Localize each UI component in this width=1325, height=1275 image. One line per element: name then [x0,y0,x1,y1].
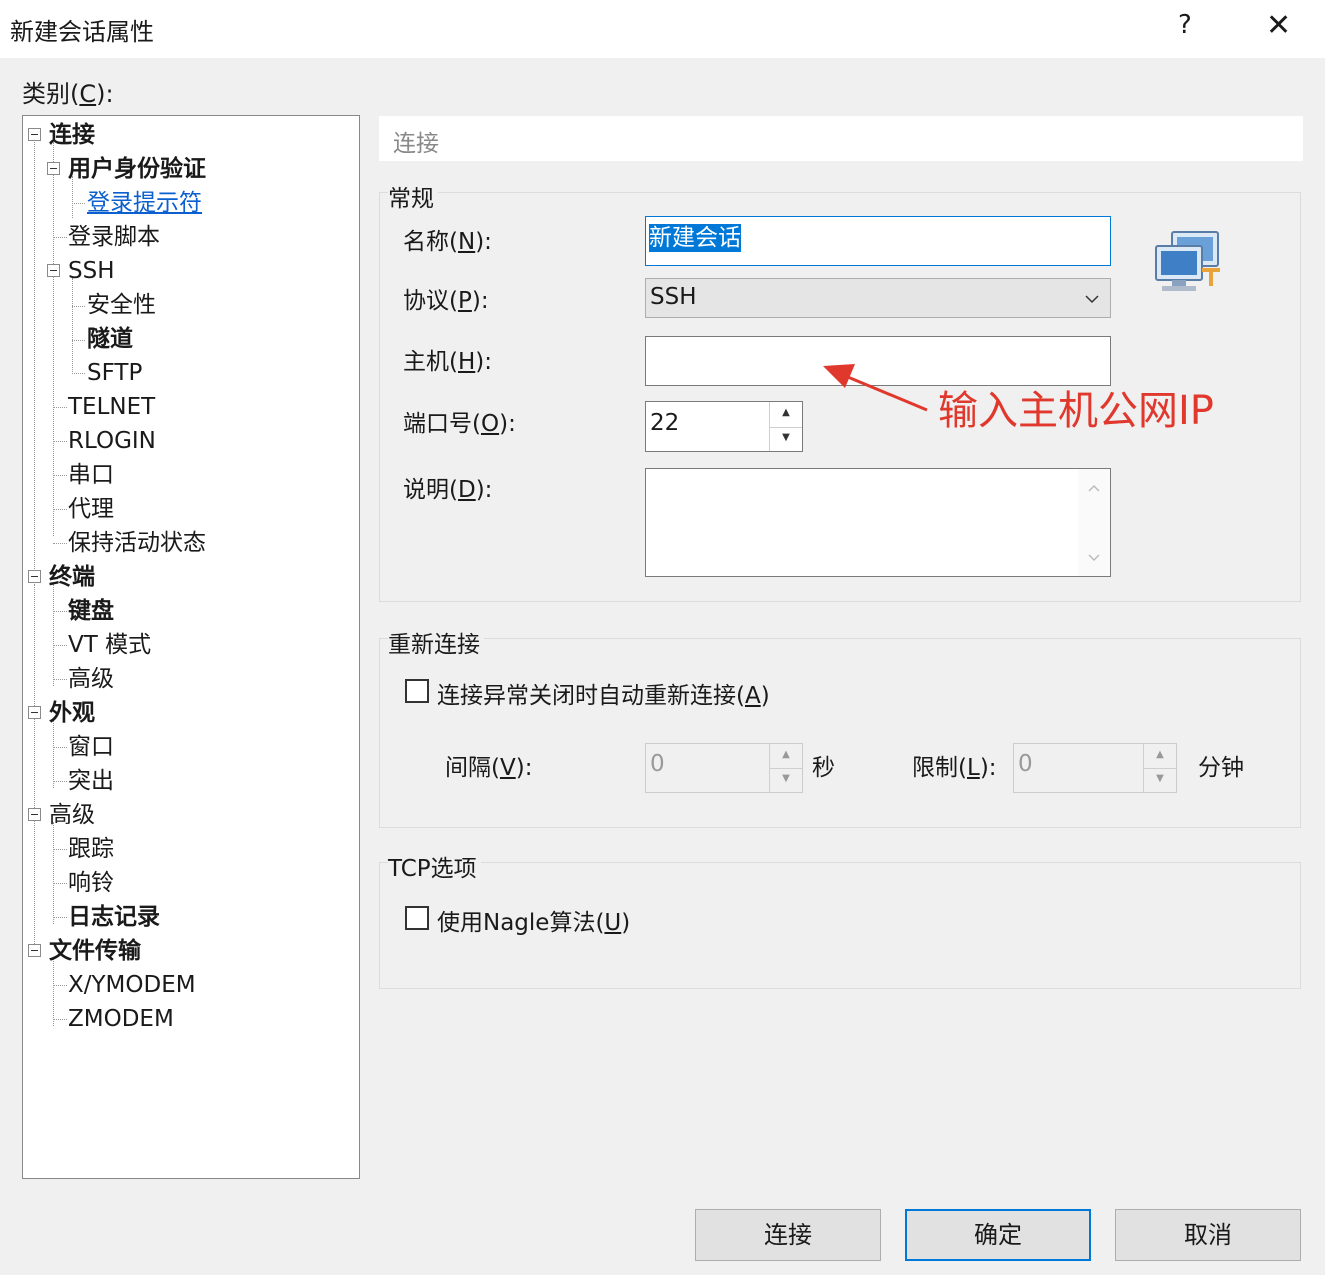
scroll-down-icon[interactable] [1087,553,1101,563]
description-scrollbar[interactable] [1078,469,1110,576]
tree-item-user-auth[interactable]: 用户身份验证 [68,154,206,184]
tree-item-sftp[interactable]: SFTP [87,358,142,388]
expander-icon[interactable] [28,808,41,821]
connect-button[interactable]: 连接 [695,1209,881,1261]
limit-unit: 分钟 [1198,755,1244,781]
help-icon[interactable]: ? [1178,10,1192,40]
nagle-label[interactable]: 使用Nagle算法(U) [437,903,630,937]
window-title: 新建会话属性 [10,18,154,46]
description-label: 说明(D): [403,477,493,503]
interval-label: 间隔(V): [445,755,533,781]
port-spinner[interactable]: 22 ▲ ▼ [645,401,803,452]
auto-reconnect-label[interactable]: 连接异常关闭时自动重新连接(A) [437,676,770,710]
spin-up-icon[interactable]: ▲ [770,402,802,428]
tree-item-security[interactable]: 安全性 [87,290,156,320]
name-field-value: 新建会话 [649,224,741,252]
tree-item-trace[interactable]: 跟踪 [68,834,114,864]
tree-item-tunnel[interactable]: 隧道 [87,324,133,354]
title-bar [0,0,1325,58]
limit-spinner[interactable]: 0 ▲ ▼ [1013,743,1177,793]
interval-value: 0 [650,751,665,777]
tcp-group-title: TCP选项 [388,849,481,883]
auto-reconnect-checkbox[interactable] [405,679,429,703]
expander-icon[interactable] [28,128,41,141]
panel-header [379,116,1303,161]
spin-down-icon[interactable]: ▼ [770,768,802,792]
tree-item-zmodem[interactable]: ZMODEM [68,1004,174,1034]
tree-item-vt-mode[interactable]: VT 模式 [68,630,151,660]
tree-item-ssh[interactable]: SSH [68,256,115,286]
description-field[interactable] [645,468,1111,577]
tree-item-login-prompt[interactable]: 登录提示符 [87,188,202,218]
protocol-select-value: SSH [650,284,697,310]
spin-up-icon[interactable]: ▲ [1144,744,1176,769]
nagle-checkbox[interactable] [405,906,429,930]
tree-item-telnet[interactable]: TELNET [68,392,155,422]
port-label: 端口号(O): [403,411,516,437]
category-tree[interactable]: 连接 用户身份验证 登录提示符 登录脚本 SSH 安全性 隧道 SFTP TEL… [22,115,360,1179]
tree-item-login-script[interactable]: 登录脚本 [68,222,160,252]
cancel-button[interactable]: 取消 [1115,1209,1301,1261]
scroll-up-icon[interactable] [1087,483,1101,493]
close-icon[interactable]: ✕ [1266,8,1291,44]
tree-item-connection[interactable]: 连接 [49,120,95,150]
annotation-arrow [823,364,928,412]
tree-item-proxy[interactable]: 代理 [68,494,114,524]
spin-down-icon[interactable]: ▼ [770,427,802,452]
interval-unit: 秒 [812,755,835,781]
tree-item-keyboard[interactable]: 键盘 [68,596,114,626]
general-group-title: 常规 [388,179,438,213]
limit-value: 0 [1018,751,1033,777]
category-label: 类别(C): [22,80,114,108]
tree-item-window[interactable]: 窗口 [68,732,114,762]
tree-item-logging[interactable]: 日志记录 [68,902,160,932]
session-computer-icon [1155,231,1220,291]
tree-item-terminal-advanced[interactable]: 高级 [68,664,114,694]
expander-icon[interactable] [28,706,41,719]
host-label: 主机(H): [403,349,493,375]
tree-item-advanced[interactable]: 高级 [49,800,95,830]
tree-item-file-transfer[interactable]: 文件传输 [49,936,141,966]
expander-icon[interactable] [47,264,60,277]
protocol-label: 协议(P): [403,288,489,314]
expander-icon[interactable] [47,162,60,175]
reconnect-group [379,638,1301,828]
tree-item-appearance[interactable]: 外观 [49,698,95,728]
port-value: 22 [650,410,680,436]
name-label: 名称(N): [403,229,492,255]
tree-item-terminal[interactable]: 终端 [49,562,95,592]
expander-icon[interactable] [28,944,41,957]
protocol-select[interactable]: SSH [645,278,1111,318]
spin-down-icon[interactable]: ▼ [1144,768,1176,792]
chevron-down-icon [1085,295,1099,304]
tree-item-keepalive[interactable]: 保持活动状态 [68,528,206,558]
expander-icon[interactable] [28,570,41,583]
tree-item-serial[interactable]: 串口 [68,460,114,490]
limit-label: 限制(L): [912,755,997,781]
spin-up-icon[interactable]: ▲ [770,744,802,769]
panel-header-title: 连接 [393,131,439,157]
reconnect-group-title: 重新连接 [388,625,484,659]
tree-item-highlight[interactable]: 突出 [68,766,114,796]
annotation-text: 输入主机公网IP [938,388,1214,434]
tree-item-rlogin[interactable]: RLOGIN [68,426,156,456]
interval-spinner[interactable]: 0 ▲ ▼ [645,743,803,793]
name-field[interactable]: 新建会话 [645,216,1111,266]
tree-item-xymodem[interactable]: X/YMODEM [68,970,196,1000]
tree-item-bell[interactable]: 响铃 [68,868,114,898]
ok-button[interactable]: 确定 [905,1209,1091,1261]
